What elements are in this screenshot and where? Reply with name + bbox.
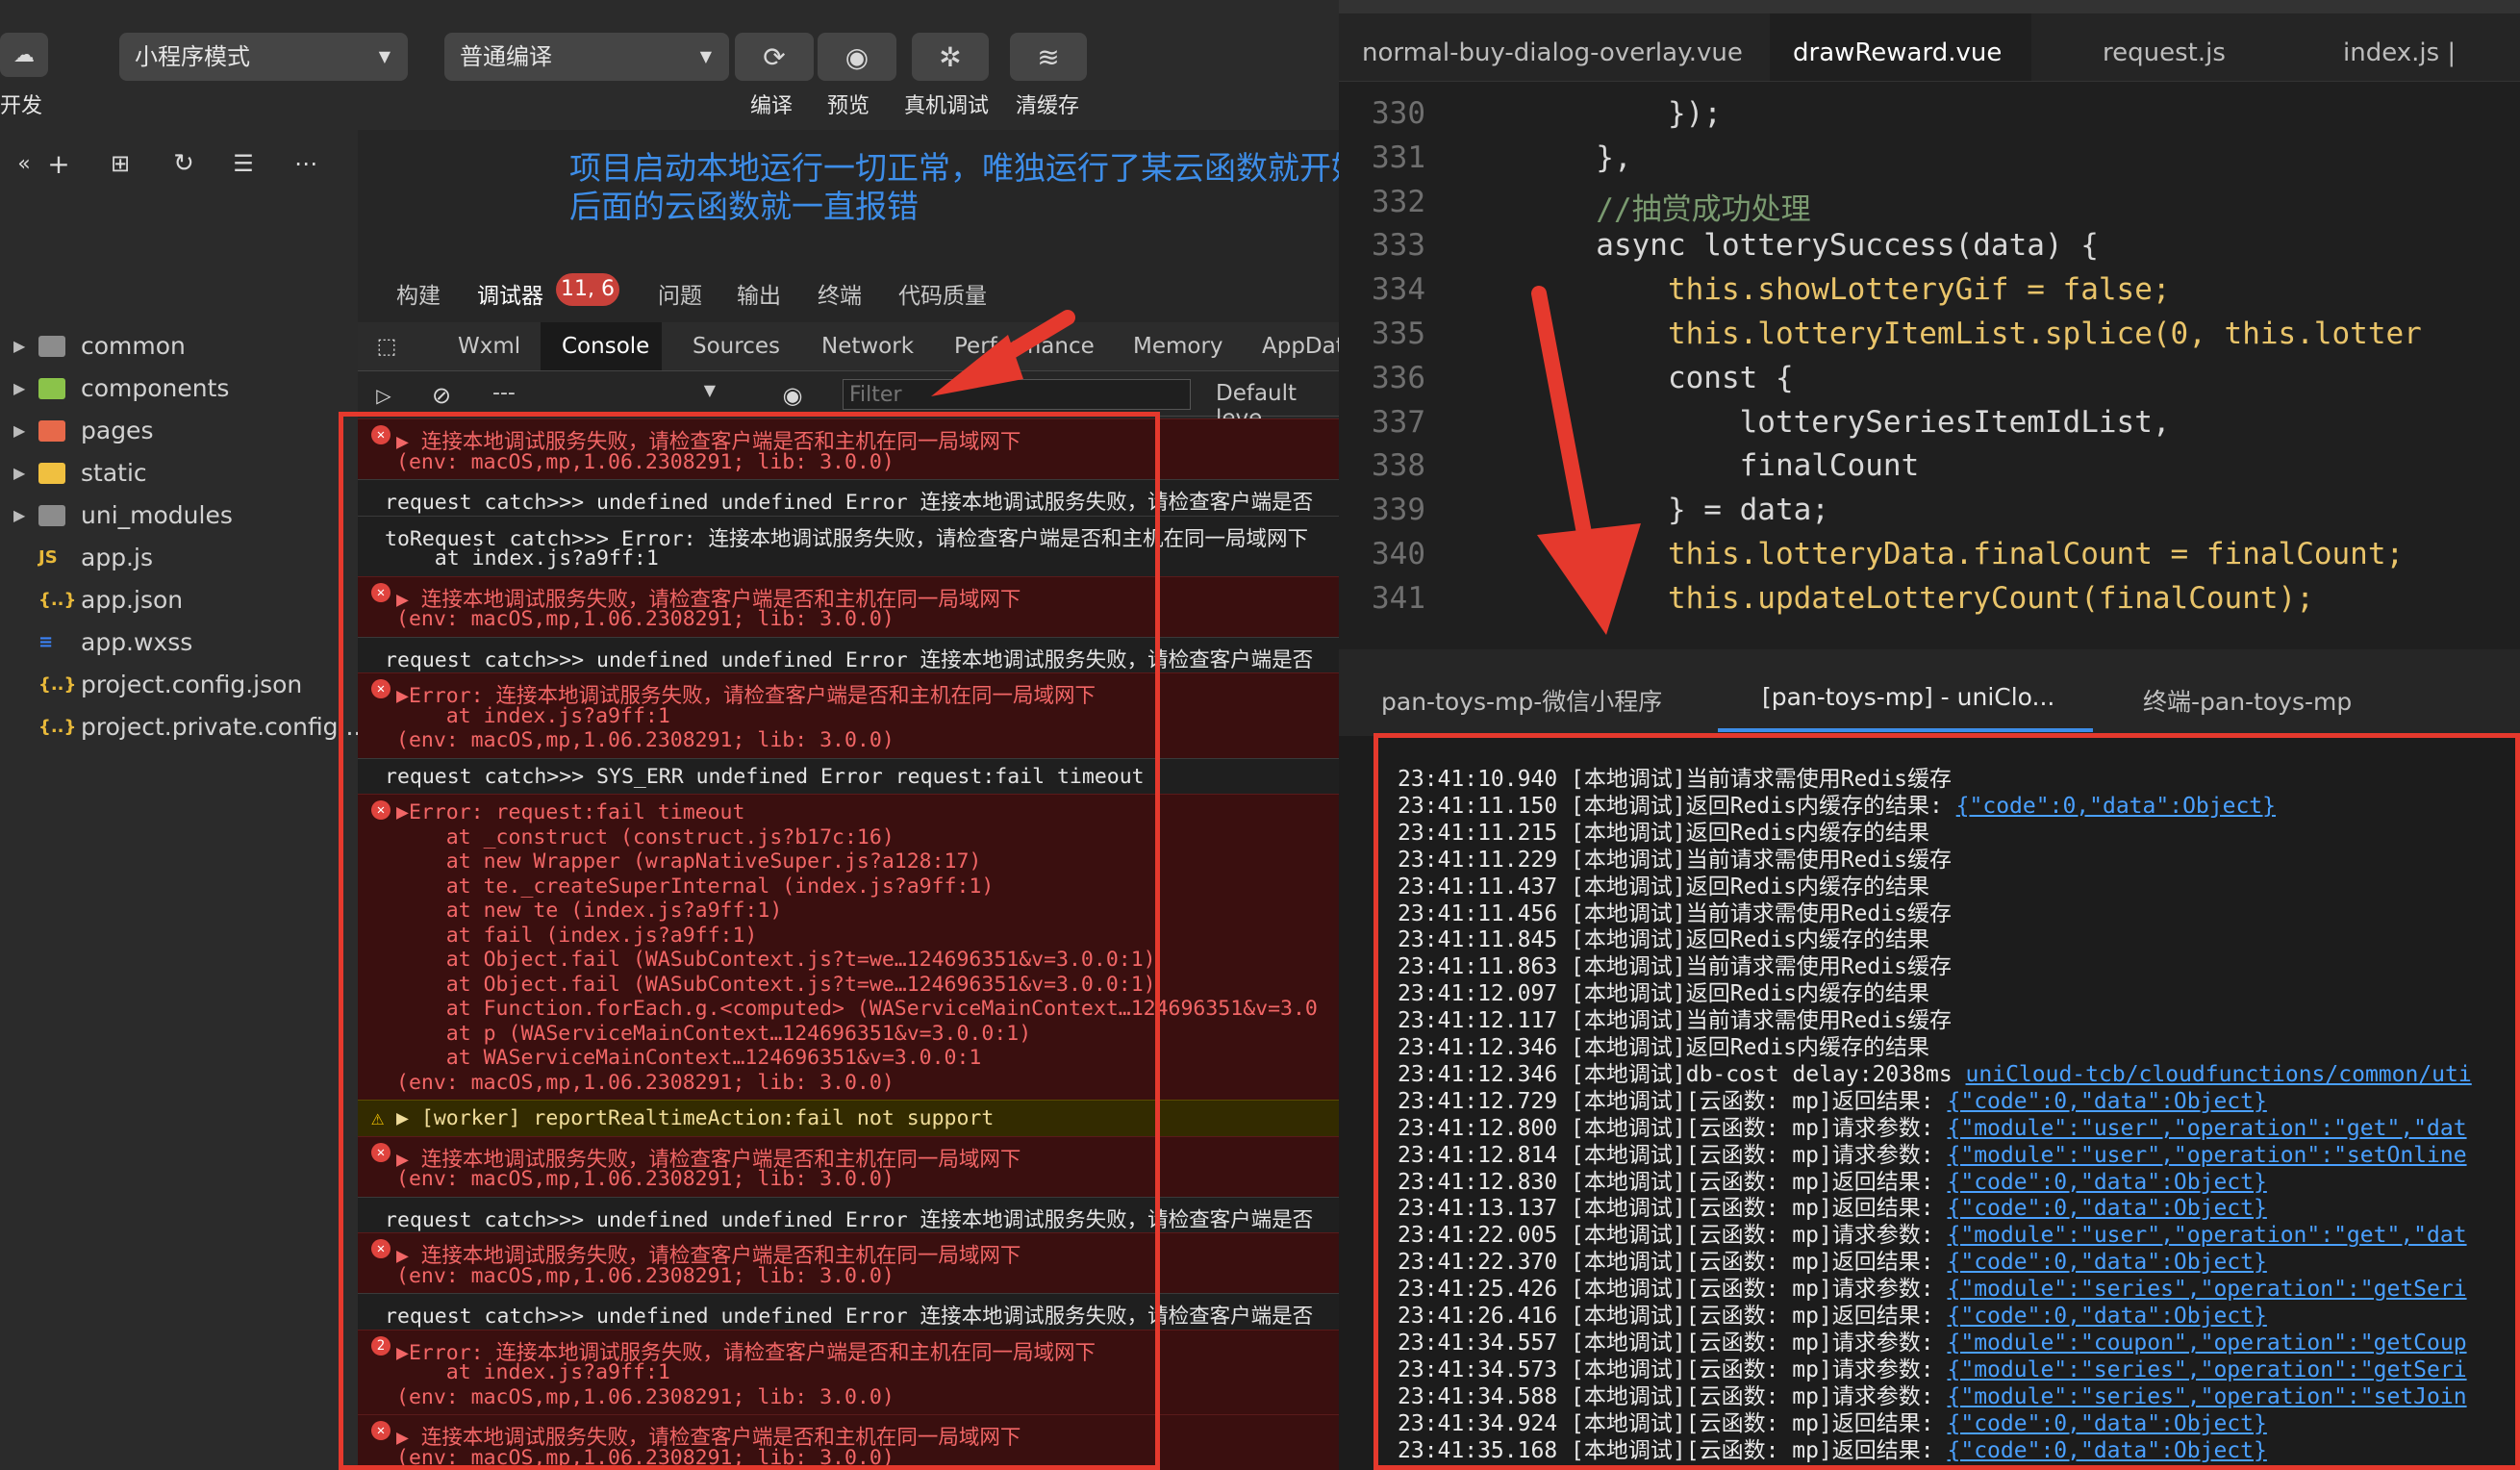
arrow-to-filter (931, 310, 1075, 396)
annotation-arrows (931, 286, 1641, 635)
arrow-to-terminal (1531, 286, 1641, 635)
